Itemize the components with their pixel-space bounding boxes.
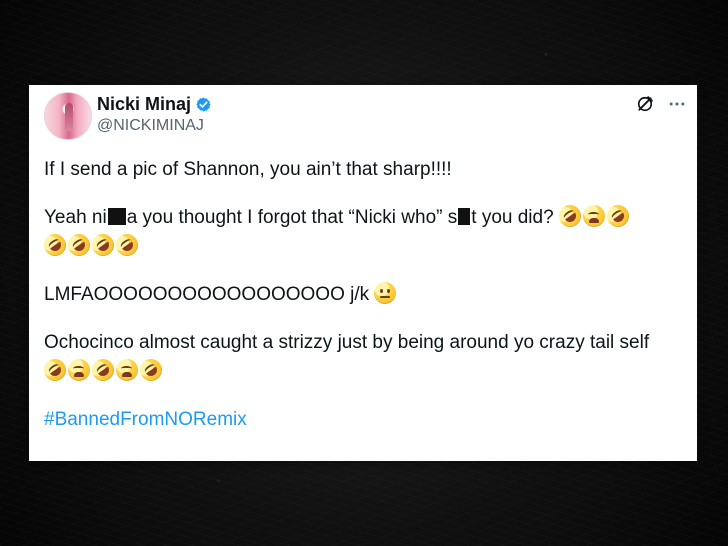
tweet-text: If I send a pic of Shannon, you ain’t th…	[39, 155, 684, 434]
neutral-face-icon	[374, 282, 397, 304]
more-icon[interactable]	[667, 94, 687, 114]
rolling-on-floor-laughing-icon	[39, 229, 71, 261]
rolling-on-floor-laughing-icon	[87, 229, 119, 261]
rolling-on-floor-laughing-icon	[135, 354, 167, 386]
rolling-on-floor-laughing-icon	[111, 229, 143, 261]
tweet-line-4: Ochocinco almost caught a strizzy just b…	[39, 328, 684, 386]
image-background: Nicki Minaj @NICKIMINAJ If I send a pic …	[0, 0, 728, 546]
display-name[interactable]: Nicki Minaj	[97, 93, 191, 115]
tweet-line-4-text: Ochocinco almost caught a strizzy just b…	[44, 332, 650, 353]
user-handle[interactable]: @NICKIMINAJ	[97, 116, 204, 136]
name-row: Nicki Minaj	[97, 93, 212, 115]
rolling-on-floor-laughing-icon	[63, 229, 95, 261]
rolling-on-floor-laughing-icon	[602, 200, 634, 232]
profile-avatar[interactable]	[44, 92, 92, 140]
grok-icon[interactable]	[635, 94, 655, 114]
censor-bar-icon	[458, 208, 471, 225]
tweet-line-2-part-2: a you thought I forgot that “Nicki who” …	[126, 207, 458, 228]
tweet-line-2-part-1: Yeah ni	[44, 207, 107, 228]
tweet-line-4-emoji-row	[39, 354, 684, 386]
tweet-line-2-emoji-row	[39, 229, 684, 261]
weary-face-icon	[116, 359, 138, 381]
tweet-card: Nicki Minaj @NICKIMINAJ If I send a pic …	[29, 85, 697, 461]
tweet-line-3: LMFAOOOOOOOOOOOOOOOOO j/k	[44, 280, 684, 309]
rolling-on-floor-laughing-icon	[39, 354, 71, 386]
hashtag-link[interactable]: #BannedFromNORemix	[44, 405, 247, 434]
tweet-line-2-part-3: t you did?	[471, 207, 554, 228]
censor-bar-icon	[107, 208, 126, 225]
tweet-actions	[635, 94, 687, 114]
tweet-line-3-text: LMFAOOOOOOOOOOOOOOOOO j/k	[44, 284, 370, 305]
rolling-on-floor-laughing-icon	[554, 200, 586, 232]
verified-badge-icon	[196, 97, 211, 111]
rolling-on-floor-laughing-icon	[87, 354, 119, 386]
weary-face-icon	[68, 359, 90, 381]
tweet-line-1: If I send a pic of Shannon, you ain’t th…	[44, 159, 452, 180]
weary-face-icon	[582, 205, 605, 227]
tweet-line-2: Yeah ni a you thought I forgot that “Nick…	[39, 200, 684, 261]
